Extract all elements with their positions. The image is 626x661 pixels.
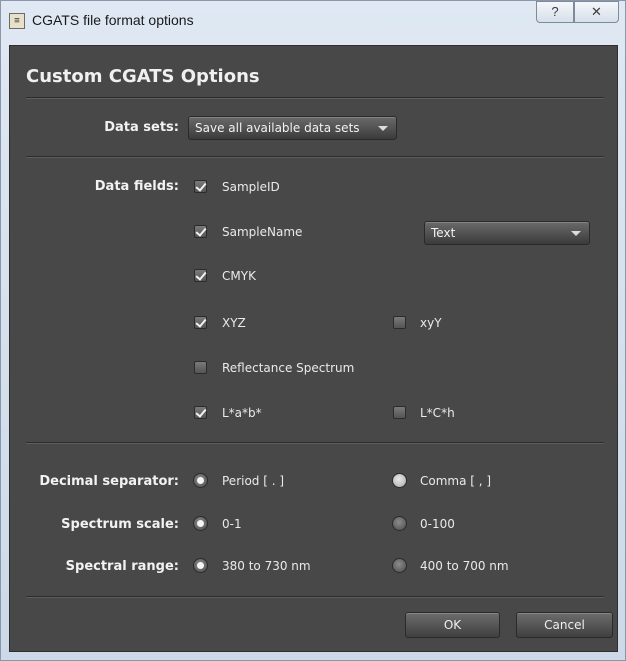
scale-0-1-radio[interactable]: [193, 516, 208, 531]
reflectance-spectrum-checkbox[interactable]: [194, 361, 207, 374]
range-400-700-radio[interactable]: [392, 558, 407, 573]
ok-button[interactable]: OK: [405, 612, 500, 638]
cmyk-label: CMYK: [222, 269, 256, 283]
lch-checkbox[interactable]: [393, 406, 406, 419]
range-380-730-radio[interactable]: [193, 558, 208, 573]
samplename-label: SampleName: [222, 225, 303, 239]
app-icon: ≡: [9, 13, 25, 29]
divider: [26, 596, 604, 598]
panel-heading: Custom CGATS Options: [26, 66, 260, 87]
xyy-label: xyY: [420, 316, 442, 330]
data-sets-label: Data sets:: [104, 120, 179, 135]
cancel-button[interactable]: Cancel: [516, 612, 613, 638]
sampleid-label: SampleID: [222, 180, 280, 194]
window-title: CGATS file format options: [32, 12, 194, 28]
lab-checkbox[interactable]: [194, 406, 207, 419]
dialog-window: ≡ CGATS file format options ? ✕ Custom C…: [0, 0, 626, 661]
help-button[interactable]: ?: [536, 1, 574, 23]
samplename-type-value: Text: [431, 226, 456, 240]
xyy-checkbox[interactable]: [393, 316, 406, 329]
divider: [26, 97, 604, 99]
close-button[interactable]: ✕: [574, 1, 619, 23]
data-fields-label: Data fields:: [94, 179, 179, 194]
lab-label: L*a*b*: [222, 406, 262, 420]
chevron-down-icon: [378, 126, 388, 131]
lch-label: L*C*h: [420, 406, 455, 420]
range-400-700-label: 400 to 700 nm: [420, 559, 509, 573]
scale-0-100-radio[interactable]: [392, 516, 407, 531]
cmyk-checkbox[interactable]: [194, 269, 207, 282]
divider: [26, 156, 604, 158]
decimal-separator-label: Decimal separator:: [39, 474, 179, 489]
scale-0-100-label: 0-100: [420, 517, 455, 531]
reflectance-spectrum-label: Reflectance Spectrum: [222, 361, 355, 375]
chevron-down-icon: [571, 231, 581, 236]
spectral-range-label: Spectral range:: [65, 559, 179, 574]
decimal-period-label: Period [ . ]: [222, 474, 285, 488]
samplename-checkbox[interactable]: [194, 225, 207, 238]
xyz-label: XYZ: [222, 316, 246, 330]
divider: [26, 442, 604, 444]
data-sets-dropdown[interactable]: Save all available data sets: [188, 116, 397, 140]
title-bar[interactable]: ≡ CGATS file format options ? ✕: [1, 1, 625, 45]
decimal-comma-label: Comma [ , ]: [420, 474, 492, 488]
scale-0-1-label: 0-1: [222, 517, 242, 531]
decimal-comma-radio[interactable]: [392, 473, 407, 488]
sampleid-checkbox[interactable]: [194, 180, 207, 193]
spectrum-scale-label: Spectrum scale:: [61, 517, 179, 532]
xyz-checkbox[interactable]: [194, 316, 207, 329]
options-panel: Custom CGATS Options Data sets: Save all…: [9, 45, 618, 652]
range-380-730-label: 380 to 730 nm: [222, 559, 311, 573]
samplename-type-dropdown[interactable]: Text: [424, 221, 590, 245]
decimal-period-radio[interactable]: [193, 473, 208, 488]
data-sets-value: Save all available data sets: [195, 121, 360, 135]
